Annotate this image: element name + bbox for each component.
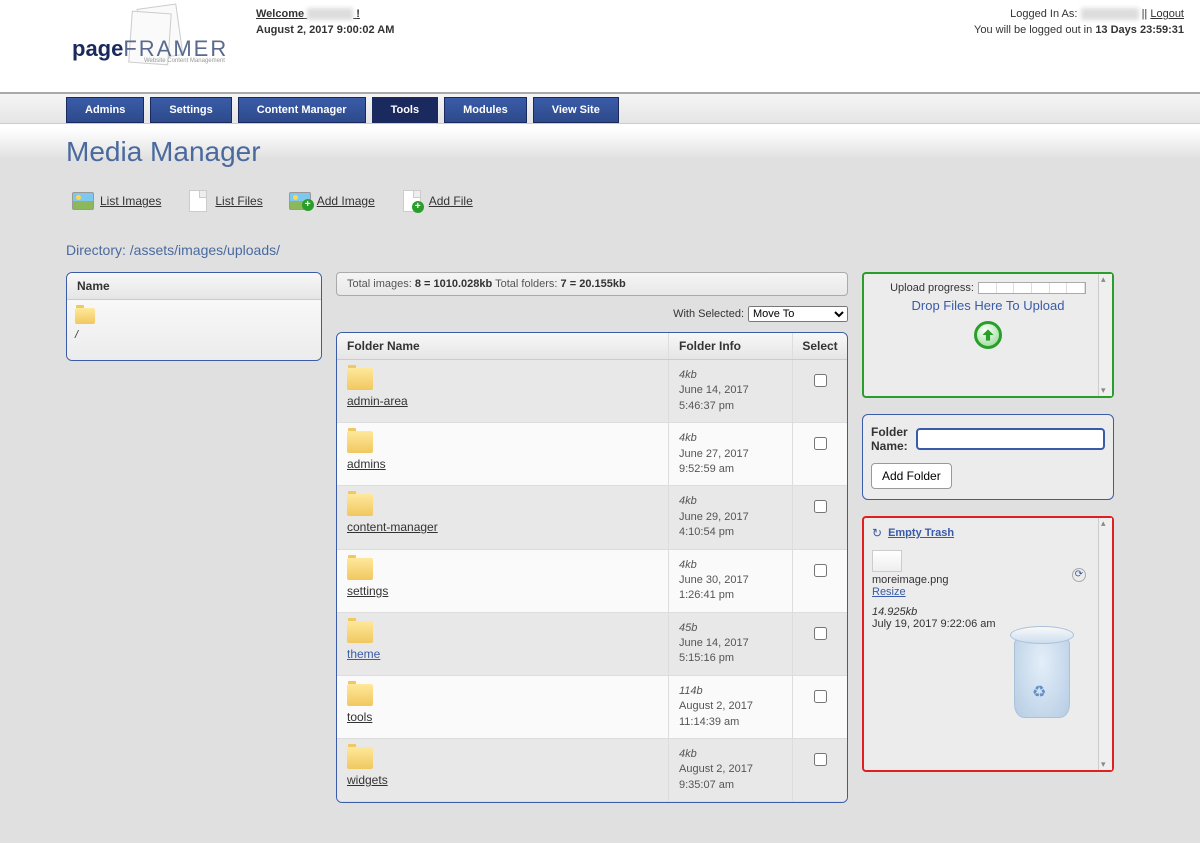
refresh-icon[interactable]: ⟳	[1072, 568, 1086, 582]
trash-panel: ↻ Empty Trash moreimage.png Resize 14.92…	[862, 516, 1114, 772]
folder-link[interactable]: theme	[347, 647, 380, 661]
with-selected-dropdown[interactable]: Move To	[748, 306, 848, 322]
file-icon	[187, 190, 209, 212]
nav-tab-settings[interactable]: Settings	[150, 97, 231, 123]
folder-tree-panel: Name /	[66, 272, 322, 361]
folder-size: 114b	[679, 685, 703, 697]
folder-link[interactable]: settings	[347, 584, 388, 598]
nav-tab-view-site[interactable]: View Site	[533, 97, 619, 123]
folder-date: June 14, 2017 5:46:37 pm	[679, 384, 749, 411]
folder-date: June 14, 2017 5:15:16 pm	[679, 637, 749, 664]
folder-link[interactable]: admins	[347, 457, 386, 471]
folder-name-label: Folder Name:	[871, 425, 910, 453]
page-title: Media Manager	[66, 136, 1134, 168]
root-folder[interactable]: /	[75, 329, 313, 341]
folder-link[interactable]: admin-area	[347, 394, 408, 408]
upload-panel[interactable]: Upload progress: Drop Files Here To Uplo…	[862, 272, 1114, 398]
directory-path: Directory: /assets/images/uploads/	[66, 242, 1134, 258]
resize-link[interactable]: Resize	[872, 586, 1092, 598]
folder-date: June 27, 2017 9:52:59 am	[679, 448, 749, 475]
col-folder-name: Folder Name	[337, 333, 669, 359]
folder-name-input[interactable]	[916, 428, 1105, 450]
row-checkbox[interactable]	[814, 753, 827, 766]
trash-bin-icon: ♻	[1002, 598, 1082, 728]
add-folder-panel: Folder Name: Add Folder	[862, 414, 1114, 500]
folder-icon[interactable]	[75, 308, 95, 324]
folder-icon	[347, 368, 373, 390]
table-row: admins 4kb June 27, 2017 9:52:59 am	[337, 423, 847, 486]
folder-size: 4kb	[679, 369, 697, 381]
empty-trash-link[interactable]: Empty Trash	[888, 527, 954, 539]
upload-progress-label: Upload progress:	[890, 282, 974, 294]
logo: pageFRAMER Website Content Management	[72, 6, 252, 86]
row-checkbox[interactable]	[814, 437, 827, 450]
nav-tab-modules[interactable]: Modules	[444, 97, 527, 123]
folder-date: June 30, 2017 1:26:41 pm	[679, 574, 749, 601]
top-bar: pageFRAMER Website Content Management We…	[0, 0, 1200, 92]
drop-zone-text: Drop Files Here To Upload	[912, 298, 1065, 313]
table-row: settings 4kb June 30, 2017 1:26:41 pm	[337, 550, 847, 613]
folder-table: Folder Name Folder Info Select admin-are…	[336, 332, 848, 803]
table-row: tools 114b August 2, 2017 11:14:39 am	[337, 676, 847, 739]
folder-icon	[347, 621, 373, 643]
row-checkbox[interactable]	[814, 564, 827, 577]
folder-link[interactable]: content-manager	[347, 520, 438, 534]
table-row: content-manager 4kb June 29, 2017 4:10:54 …	[337, 486, 847, 549]
content-area: Media Manager List Images List Files + A…	[0, 124, 1200, 843]
add-image-link[interactable]: + Add Image	[289, 190, 375, 212]
scrollbar[interactable]	[1098, 274, 1112, 396]
trash-item-thumbnail	[872, 550, 902, 572]
row-checkbox[interactable]	[814, 374, 827, 387]
add-folder-button[interactable]: Add Folder	[871, 463, 952, 489]
login-area: Logged In As: xx || Logout You will be l…	[606, 6, 1184, 92]
list-images-link[interactable]: List Images	[72, 190, 161, 212]
scrollbar[interactable]	[1098, 518, 1112, 770]
add-file-icon: +	[401, 190, 423, 212]
upload-arrow-icon	[974, 321, 1002, 349]
with-selected-label: With Selected:	[673, 308, 744, 320]
folder-link[interactable]: widgets	[347, 773, 388, 787]
table-row: admin-area 4kb June 14, 2017 5:46:37 pm	[337, 360, 847, 423]
trash-item-name: moreimage.png	[872, 574, 948, 586]
image-icon	[72, 190, 94, 212]
folder-icon	[347, 558, 373, 580]
folder-date: August 2, 2017 11:14:39 am	[679, 700, 753, 727]
nav-tab-content-manager[interactable]: Content Manager	[238, 97, 366, 123]
row-checkbox[interactable]	[814, 500, 827, 513]
folder-icon	[347, 747, 373, 769]
list-files-link[interactable]: List Files	[187, 190, 262, 212]
add-file-link[interactable]: + Add File	[401, 190, 473, 212]
folder-icon	[347, 494, 373, 516]
nav-tab-admins[interactable]: Admins	[66, 97, 144, 123]
restore-icon: ↻	[872, 526, 882, 540]
nav-strip: AdminsSettings Content ManagerToolsModule…	[0, 92, 1200, 124]
folder-size: 4kb	[679, 559, 697, 571]
logout-link[interactable]: Logout	[1150, 8, 1184, 20]
row-checkbox[interactable]	[814, 690, 827, 703]
col-folder-info: Folder Info	[669, 333, 793, 359]
folder-date: August 2, 2017 9:35:07 am	[679, 763, 753, 790]
progress-bar	[978, 282, 1086, 294]
header-date: August 2, 2017 9:00:02 AM	[256, 24, 606, 36]
folder-size: 4kb	[679, 748, 697, 760]
folder-size: 4kb	[679, 432, 697, 444]
folder-icon	[347, 684, 373, 706]
folder-size: 45b	[679, 622, 697, 634]
toolbar: List Images List Files + Add Image + Add…	[66, 190, 1134, 212]
nav-tab-tools[interactable]: Tools	[372, 97, 439, 123]
logo-area: pageFRAMER Website Content Management	[16, 6, 256, 92]
stats-bar: Total images: 8 = 1010.028kb Total folde…	[336, 272, 848, 296]
folder-link[interactable]: tools	[347, 710, 372, 724]
table-row: widgets 4kb August 2, 2017 9:35:07 am	[337, 739, 847, 802]
folder-icon	[347, 431, 373, 453]
folder-date: June 29, 2017 4:10:54 pm	[679, 511, 749, 538]
col-select: Select	[793, 333, 847, 359]
row-checkbox[interactable]	[814, 627, 827, 640]
welcome-area: Welcome xx ! August 2, 2017 9:00:02 AM	[256, 6, 606, 92]
table-row: theme 45b June 14, 2017 5:15:16 pm	[337, 613, 847, 676]
add-image-icon: +	[289, 190, 311, 212]
folder-tree-header: Name	[67, 273, 321, 300]
logout-timer-value: 13 Days 23:59:31	[1095, 24, 1184, 36]
folder-size: 4kb	[679, 495, 697, 507]
